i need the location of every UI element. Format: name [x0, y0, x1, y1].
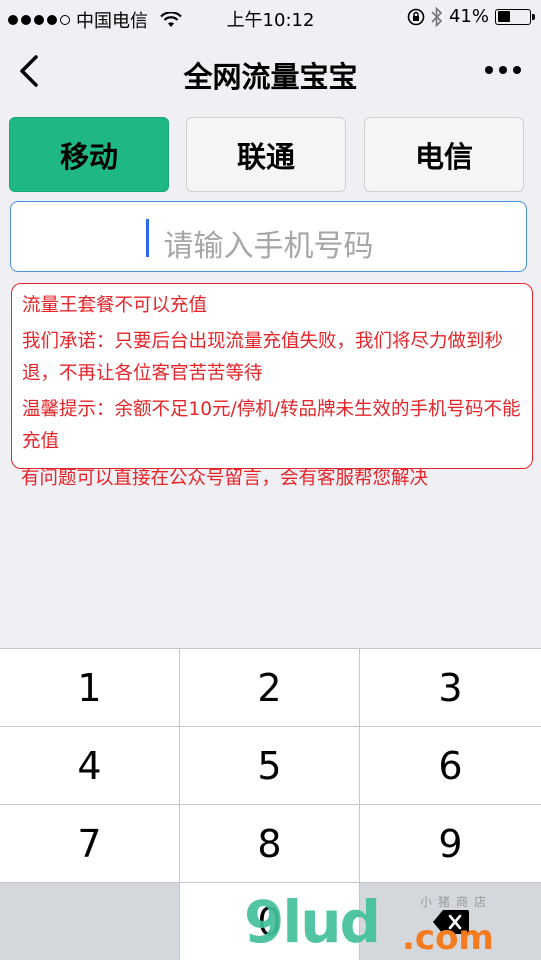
notice-line-package: 流量王套餐不可以充值 [22, 295, 208, 316]
carrier-tabs: 移动 联通 电信 [9, 117, 524, 192]
key-7[interactable]: 7 [0, 805, 180, 883]
more-options-icon[interactable] [485, 66, 521, 74]
key-3[interactable]: 3 [360, 649, 541, 727]
key-4[interactable]: 4 [0, 727, 180, 805]
notice-line-contact: 有问题可以直接在公众号留言，会有客服帮您解决 [21, 468, 429, 489]
key-2[interactable]: 2 [180, 649, 360, 727]
watermark-logo: 9lud [244, 888, 381, 956]
key-8[interactable]: 8 [180, 805, 360, 883]
key-1[interactable]: 1 [0, 649, 180, 727]
key-blank [0, 883, 180, 960]
tab-telecom[interactable]: 电信 [364, 117, 524, 192]
key-5[interactable]: 5 [180, 727, 360, 805]
rotation-lock-icon [407, 8, 425, 25]
tab-unicom[interactable]: 联通 [186, 117, 346, 192]
phone-number-input[interactable]: 请输入手机号码 [10, 201, 527, 272]
status-bar: 中国电信 上午10:12 41% [0, 0, 541, 36]
battery-icon [495, 8, 535, 25]
key-6[interactable]: 6 [360, 727, 541, 805]
key-9[interactable]: 9 [360, 805, 541, 883]
watermark-tagline: 小猪商店 [420, 895, 493, 909]
notice-line-promise: 我们承诺：只要后台出现流量充值失败，我们将尽力做到秒退，不再让各位客官苦苦等待 [22, 331, 504, 384]
bluetooth-icon [431, 6, 443, 27]
page-title: 全网流量宝宝 [183, 60, 358, 94]
notice-box: 流量王套餐不可以充值 我们承诺：只要后台出现流量充值失败，我们将尽力做到秒退，不… [11, 283, 533, 469]
phone-input-placeholder: 请输入手机号码 [163, 229, 374, 264]
battery-percent: 41% [448, 6, 489, 27]
tab-mobile[interactable]: 移动 [9, 117, 169, 192]
nav-bar: 全网流量宝宝 [0, 36, 541, 106]
watermark-suffix: .com [402, 918, 494, 958]
notice-line-tip: 温馨提示：余额不足10元/停机/转品牌未生效的手机号码不能充值 [22, 399, 521, 452]
